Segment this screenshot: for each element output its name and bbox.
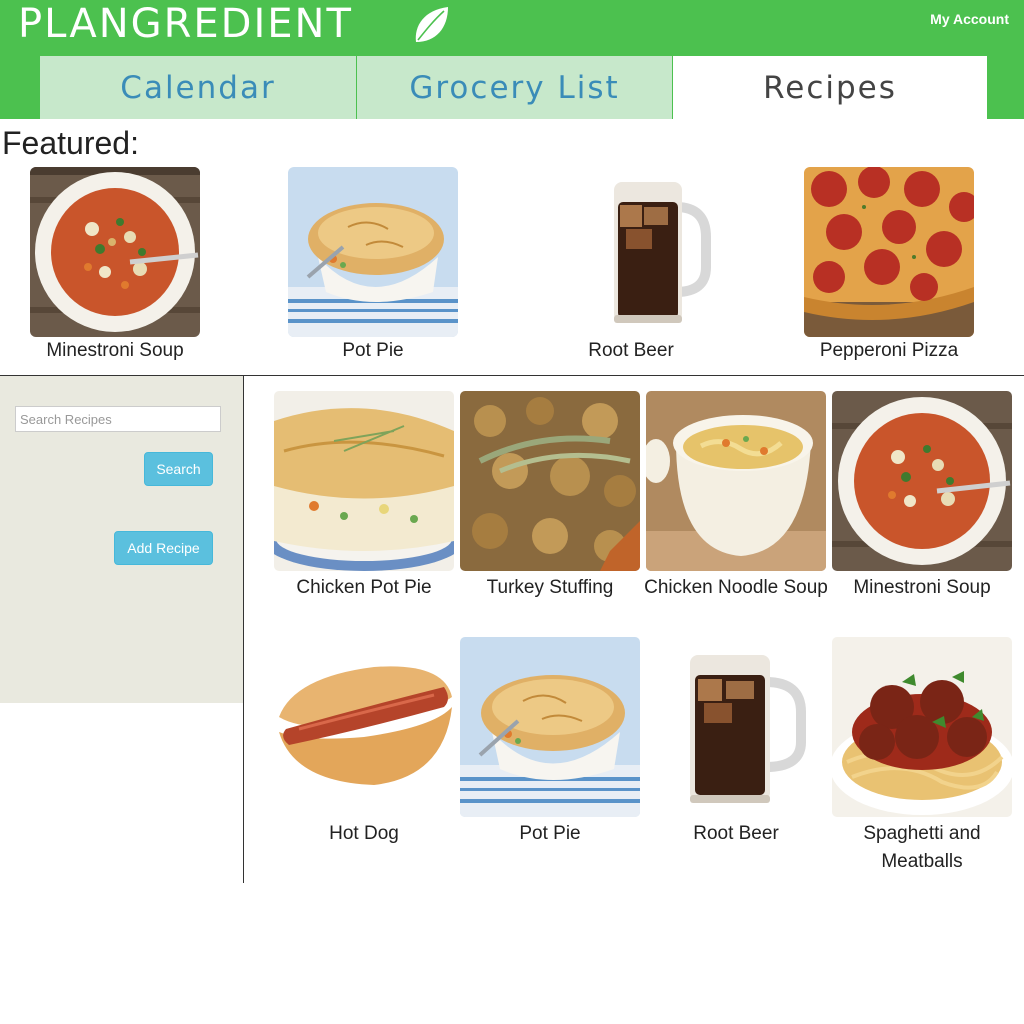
recipe-card-spaghetti-meatballs[interactable]: Spaghetti and Meatballs	[830, 637, 1014, 876]
recipe-card-root-beer[interactable]: Root Beer	[644, 637, 828, 848]
featured-item-minestrone[interactable]: Minestroni Soup	[0, 167, 230, 362]
featured-item-label: Minestroni Soup	[46, 340, 184, 361]
featured-item-pepperoni-pizza[interactable]: Pepperoni Pizza	[774, 167, 1004, 362]
pot-pie-image	[288, 167, 458, 337]
featured-item-label: Root Beer	[588, 340, 674, 361]
recipe-label: Turkey Stuffing	[486, 577, 614, 598]
spaghetti-meatballs-image	[832, 637, 1012, 817]
recipe-card-chicken-noodle-soup[interactable]: Chicken Noodle Soup	[644, 391, 828, 602]
root-beer-image	[646, 637, 826, 817]
brand-logo-text[interactable]: Plangredient	[18, 2, 353, 46]
turkey-stuffing-image	[460, 391, 640, 571]
recipe-label: Minestroni Soup	[853, 577, 991, 598]
recipes-sidebar: Search Add Recipe	[0, 376, 243, 703]
search-button[interactable]: Search	[144, 452, 213, 486]
recipe-card-chicken-pot-pie[interactable]: Chicken Pot Pie	[272, 391, 456, 602]
minestrone-soup-image	[30, 167, 200, 337]
recipe-card-hot-dog[interactable]: Hot Dog	[272, 637, 456, 848]
featured-item-root-beer[interactable]: Root Beer	[516, 167, 746, 362]
tab-calendar[interactable]: Calendar	[40, 56, 357, 119]
recipe-label: Root Beer	[693, 823, 779, 844]
minestrone-soup-image	[832, 391, 1012, 571]
recipe-label: Pot Pie	[519, 823, 581, 844]
leaf-icon	[415, 7, 448, 42]
recipe-label: Chicken Pot Pie	[296, 577, 432, 598]
add-recipe-button[interactable]: Add Recipe	[114, 531, 213, 565]
pepperoni-pizza-image	[804, 167, 974, 337]
app-header: Plangredient My Account Calendar Grocery…	[0, 0, 1024, 119]
root-beer-image	[546, 167, 716, 337]
search-recipes-input[interactable]	[15, 406, 221, 432]
tab-grocery-list[interactable]: Grocery List	[357, 56, 673, 119]
pot-pie-image	[460, 637, 640, 817]
featured-item-label: Pot Pie	[342, 340, 404, 361]
main-tabs: Calendar Grocery List Recipes	[40, 56, 988, 119]
recipe-card-minestrone-soup[interactable]: Minestroni Soup	[830, 391, 1014, 602]
recipe-card-pot-pie[interactable]: Pot Pie	[458, 637, 642, 848]
chicken-noodle-soup-image	[646, 391, 826, 571]
recipe-label: Hot Dog	[329, 823, 399, 844]
featured-item-pot-pie[interactable]: Pot Pie	[258, 167, 488, 362]
recipe-label: Chicken Noodle Soup	[644, 577, 828, 598]
tab-recipes[interactable]: Recipes	[673, 56, 988, 119]
recipe-card-turkey-stuffing[interactable]: Turkey Stuffing	[458, 391, 642, 602]
chicken-pot-pie-image	[274, 391, 454, 571]
hot-dog-image	[274, 637, 454, 817]
sidebar-divider	[243, 376, 244, 883]
featured-item-label: Pepperoni Pizza	[819, 340, 959, 361]
featured-heading: Featured:	[2, 125, 139, 161]
my-account-link[interactable]: My Account	[930, 11, 1009, 27]
recipe-label: Spaghetti and Meatballs	[863, 823, 981, 872]
